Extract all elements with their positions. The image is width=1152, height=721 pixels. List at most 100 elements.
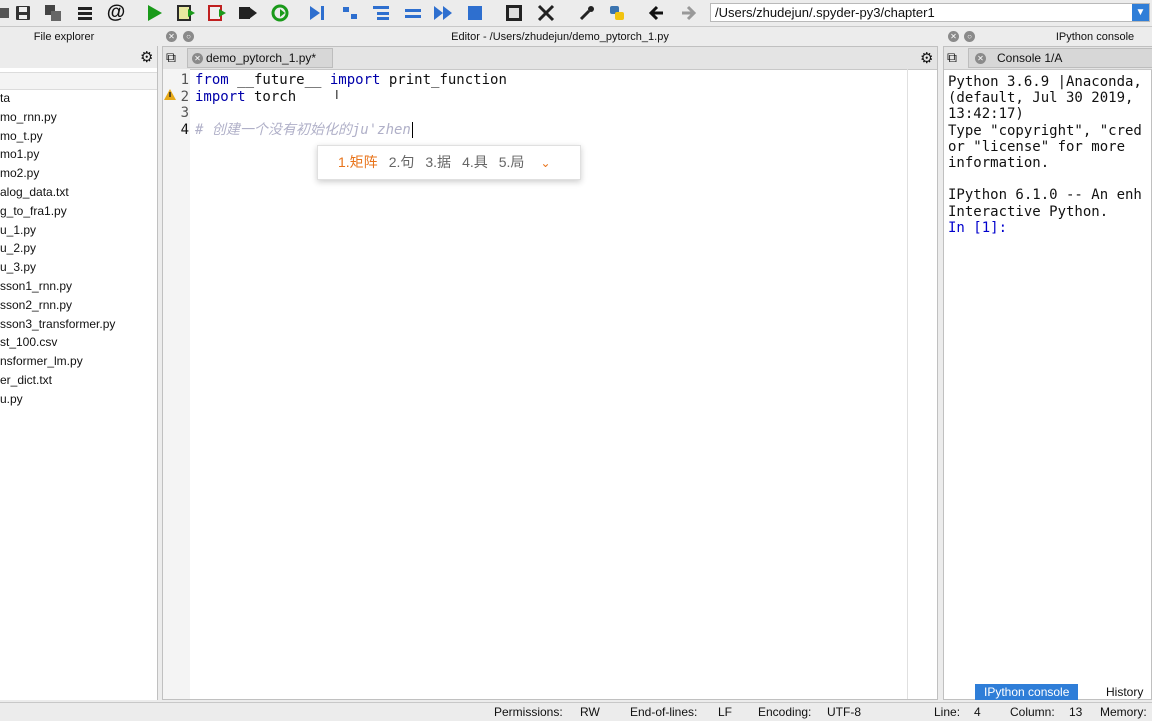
- step-icon[interactable]: [339, 2, 361, 24]
- file-explorer-filter[interactable]: [0, 72, 157, 90]
- eol-label: End-of-lines:: [630, 705, 698, 719]
- code-area[interactable]: from __future__ import print_function im…: [195, 72, 507, 138]
- column-label: Column:: [1010, 705, 1055, 719]
- ime-candidate[interactable]: 2.句: [389, 154, 415, 170]
- ime-candidate[interactable]: 5.局: [499, 154, 525, 170]
- undock-console-pane-icon[interactable]: ○: [964, 31, 975, 42]
- line-number: 2: [180, 88, 189, 105]
- comment-token: # 创建一个没有初始化的ju'zhen: [195, 121, 411, 138]
- tab-history[interactable]: History: [1097, 684, 1152, 700]
- status-bar: Permissions: RW End-of-lines: LF Encodin…: [0, 702, 1152, 721]
- close-tab-icon[interactable]: ✕: [975, 53, 986, 64]
- ime-candidate-popup: 1.矩阵 2.句 3.据 4.具 5.局 ⌄: [317, 145, 581, 180]
- console-banner: Python 3.6.9 |Anaconda, (default, Jul 30…: [948, 74, 1142, 220]
- save-icon[interactable]: [12, 2, 34, 24]
- tab-demo-pytorch-1[interactable]: ✕ demo_pytorch_1.py*: [187, 48, 333, 68]
- file-item[interactable]: alog_data.txt: [0, 183, 157, 202]
- step-into-icon[interactable]: [370, 2, 392, 24]
- file-item[interactable]: st_100.csv: [0, 333, 157, 352]
- column-value: 13: [1069, 705, 1083, 719]
- encoding-value: UTF-8: [827, 705, 861, 719]
- browse-tabs-icon[interactable]: ⧉: [166, 49, 176, 66]
- continue-icon[interactable]: [432, 2, 454, 24]
- run-icon[interactable]: [143, 2, 165, 24]
- edge-line: [907, 69, 908, 699]
- file-item[interactable]: mo_t.py: [0, 127, 157, 146]
- gear-icon[interactable]: ⚙: [920, 49, 933, 67]
- file-item[interactable]: sson3_transformer.py: [0, 315, 157, 334]
- file-item[interactable]: sson1_rnn.py: [0, 277, 157, 296]
- file-item[interactable]: ta: [0, 89, 157, 108]
- run-cell-icon[interactable]: [175, 2, 197, 24]
- rerun-icon[interactable]: [269, 2, 291, 24]
- python-path-icon[interactable]: [606, 2, 628, 24]
- code-token: torch: [245, 88, 297, 105]
- back-arrow-icon[interactable]: [646, 2, 668, 24]
- run-cell-advance-icon[interactable]: [206, 2, 228, 24]
- ime-candidate[interactable]: 4.具: [462, 154, 488, 170]
- working-directory-combobox[interactable]: /Users/zhudejun/.spyder-py3/chapter1 ▼: [710, 3, 1150, 22]
- at-icon[interactable]: @: [105, 2, 127, 24]
- run-selection-icon[interactable]: [237, 2, 259, 24]
- debug-icon[interactable]: [306, 2, 328, 24]
- undock-pane-icon[interactable]: ○: [183, 31, 194, 42]
- file-item[interactable]: g_to_fra1.py: [0, 202, 157, 221]
- file-item[interactable]: u_3.py: [0, 258, 157, 277]
- file-item[interactable]: nsformer_lm.py: [0, 352, 157, 371]
- code-line: from __future__ import print_function: [195, 72, 507, 89]
- code-token: __future__: [228, 72, 330, 88]
- editor-tabbar: ⧉ ✕ demo_pytorch_1.py* ⚙: [163, 47, 937, 70]
- save-all-icon[interactable]: [42, 2, 64, 24]
- code-token: print_function: [380, 72, 507, 88]
- tab-label: demo_pytorch_1.py*: [206, 51, 317, 65]
- file-item[interactable]: sson2_rnn.py: [0, 296, 157, 315]
- file-item[interactable]: mo_rnn.py: [0, 108, 157, 127]
- close-console-pane-icon[interactable]: ✕: [948, 31, 959, 42]
- console-tabbar: ⧉ ✕ Console 1/A: [944, 47, 1152, 70]
- ibeam-cursor-icon: I: [335, 87, 339, 102]
- list-icon[interactable]: [74, 2, 96, 24]
- console-prompt: In [1]:: [948, 219, 1008, 236]
- line-number: 3: [180, 105, 189, 121]
- gear-icon[interactable]: ⚙: [140, 48, 153, 66]
- file-item[interactable]: mo2.py: [0, 164, 157, 183]
- file-item[interactable]: u_2.py: [0, 239, 157, 258]
- chevron-down-icon[interactable]: ▼: [1132, 4, 1149, 21]
- code-line: # 创建一个没有初始化的ju'zhen: [195, 121, 507, 139]
- stop-icon[interactable]: [464, 2, 486, 24]
- chevron-down-icon[interactable]: ⌄: [540, 156, 550, 170]
- main-toolbar: @ /Users/zhudejun/.spyder-py3/chapter1 ▼: [0, 0, 1152, 27]
- memory-label: Memory:: [1100, 705, 1147, 719]
- line-number: 4: [180, 121, 189, 138]
- close-tab-icon[interactable]: ✕: [192, 53, 203, 64]
- maximize-pane-icon[interactable]: [503, 2, 525, 24]
- code-line: import torch: [195, 89, 507, 106]
- tab-console-1a[interactable]: ✕ Console 1/A: [968, 48, 1152, 68]
- ime-candidate[interactable]: 3.据: [425, 154, 451, 170]
- editor-title: Editor - /Users/zhudejun/demo_pytorch_1.…: [451, 31, 669, 43]
- file-item[interactable]: er_dict.txt: [0, 371, 157, 390]
- file-item[interactable]: u.py: [0, 390, 157, 409]
- line-value: 4: [974, 705, 981, 719]
- file-item[interactable]: mo1.py: [0, 145, 157, 164]
- file-explorer-header: ⚙: [0, 46, 157, 68]
- file-item[interactable]: u_1.py: [0, 221, 157, 240]
- line-number-gutter: [163, 69, 190, 699]
- close-pane-icon[interactable]: ✕: [166, 31, 177, 42]
- permissions-value: RW: [580, 705, 600, 719]
- step-return-icon[interactable]: [402, 2, 424, 24]
- keyword-token: import: [329, 72, 381, 88]
- forward-arrow-icon[interactable]: [677, 2, 699, 24]
- ime-candidate[interactable]: 1.矩阵: [338, 154, 378, 170]
- file-list: ta mo_rnn.py mo_t.py mo1.py mo2.py alog_…: [0, 89, 157, 409]
- console-tab-label: Console 1/A: [997, 51, 1063, 65]
- browse-tabs-icon[interactable]: ⧉: [947, 49, 957, 66]
- tab-ipython-console[interactable]: IPython console: [975, 684, 1079, 700]
- keyword-token: import: [195, 88, 246, 105]
- eol-value: LF: [718, 705, 733, 719]
- working-directory-text: /Users/zhudejun/.spyder-py3/chapter1: [715, 5, 935, 20]
- fullscreen-icon[interactable]: [535, 2, 557, 24]
- console-output[interactable]: Python 3.6.9 |Anaconda, (default, Jul 30…: [948, 74, 1142, 236]
- preferences-wrench-icon[interactable]: [576, 2, 598, 24]
